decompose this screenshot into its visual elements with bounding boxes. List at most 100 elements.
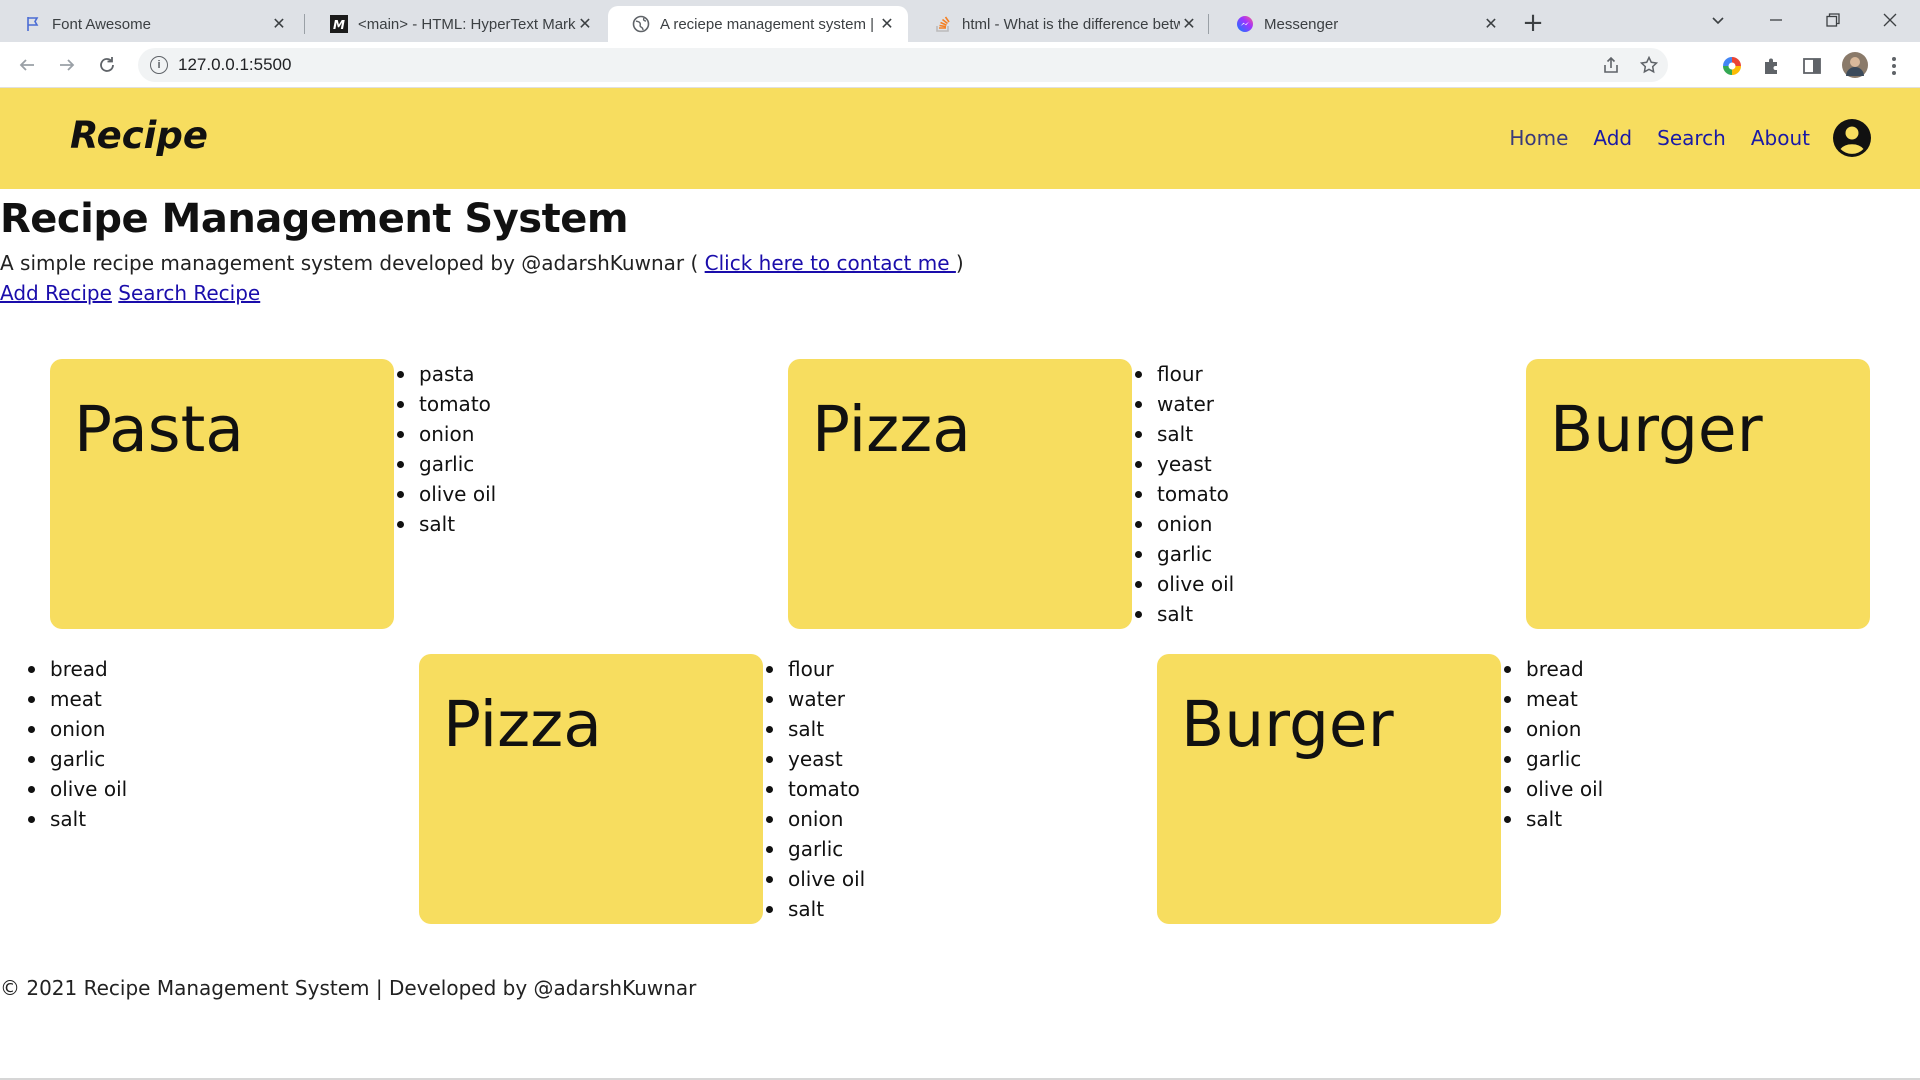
close-window-icon[interactable]: [1862, 0, 1918, 40]
ingredient-item: olive oil: [764, 864, 865, 894]
messenger-icon: [1236, 15, 1254, 33]
restore-icon[interactable]: [1805, 0, 1861, 40]
recipe-card[interactable]: Burger: [1157, 654, 1501, 924]
share-icon[interactable]: [1600, 54, 1622, 76]
browser-tab-active[interactable]: A reciepe management system | Developed …: [608, 6, 908, 42]
ingredient-item: yeast: [764, 744, 865, 774]
search-recipe-link[interactable]: Search Recipe: [118, 281, 260, 305]
action-links: Add Recipe Search Recipe: [0, 281, 260, 305]
ingredient-item: salt: [395, 509, 496, 539]
recipe-card[interactable]: Pizza: [788, 359, 1132, 629]
close-icon[interactable]: ✕: [878, 15, 896, 33]
description-suffix: ): [955, 251, 964, 275]
ingredient-item: salt: [1133, 599, 1234, 629]
ingredient-item: salt: [26, 804, 127, 834]
nav-link-about[interactable]: About: [1751, 126, 1810, 150]
ingredient-item: flour: [764, 654, 865, 684]
add-recipe-link[interactable]: Add Recipe: [0, 281, 112, 305]
tab-separator: [304, 14, 305, 34]
recipe-name: Pizza: [443, 688, 602, 761]
forward-icon[interactable]: [52, 50, 82, 80]
site-nav: Home Add Search About: [1509, 126, 1810, 150]
ingredient-list: bread meat onion garlic olive oil salt: [26, 654, 127, 834]
recipe-name: Pasta: [74, 393, 244, 466]
ingredient-item: onion: [1502, 714, 1603, 744]
url-text[interactable]: 127.0.0.1:5500: [178, 55, 291, 75]
recipe-name: Pizza: [812, 393, 971, 466]
color-picker-extension-icon[interactable]: [1720, 54, 1744, 78]
ingredient-item: onion: [26, 714, 127, 744]
nav-link-search[interactable]: Search: [1657, 126, 1726, 150]
tab-title: A reciepe management system | Developed …: [660, 15, 878, 33]
extensions-puzzle-icon[interactable]: [1760, 54, 1784, 78]
ingredient-item: bread: [1502, 654, 1603, 684]
reload-icon[interactable]: [92, 50, 122, 80]
nav-link-add[interactable]: Add: [1593, 126, 1632, 150]
minimize-icon[interactable]: [1748, 0, 1804, 40]
site-header: Recipe Home Add Search About: [0, 88, 1920, 189]
web-page: Recipe Home Add Search About Recipe Mana…: [0, 88, 1920, 1080]
ingredient-list: bread meat onion garlic olive oil salt: [1502, 654, 1603, 834]
ingredient-item: bread: [26, 654, 127, 684]
menu-kebab-icon[interactable]: [1882, 54, 1906, 78]
ingredient-item: salt: [1133, 419, 1234, 449]
browser-toolbar: i 127.0.0.1:5500: [0, 42, 1920, 88]
site-footer: © 2021 Recipe Management System | Develo…: [0, 976, 697, 1000]
contact-link[interactable]: Click here to contact me: [705, 251, 956, 275]
bookmark-star-icon[interactable]: [1638, 54, 1660, 76]
ingredient-item: olive oil: [395, 479, 496, 509]
tab-search-icon[interactable]: [1690, 0, 1746, 40]
ingredient-item: meat: [1502, 684, 1603, 714]
page-description: A simple recipe management system develo…: [0, 251, 964, 275]
tab-title: <main> - HTML: HyperText Markup Language: [358, 15, 576, 33]
ingredient-list: flour water salt yeast tomato onion garl…: [1133, 359, 1234, 629]
browser-tab[interactable]: M <main> - HTML: HyperText Markup Langua…: [306, 6, 606, 42]
description-text: A simple recipe management system develo…: [0, 251, 705, 275]
tab-separator: [1208, 14, 1209, 34]
ingredient-item: tomato: [764, 774, 865, 804]
ingredient-item: garlic: [26, 744, 127, 774]
nav-link-home[interactable]: Home: [1509, 126, 1568, 150]
recipe-card[interactable]: Burger: [1526, 359, 1870, 629]
side-panel-icon[interactable]: [1800, 54, 1824, 78]
ingredient-item: yeast: [1133, 449, 1234, 479]
address-bar[interactable]: i 127.0.0.1:5500: [138, 48, 1668, 82]
browser-tab[interactable]: Messenger ✕: [1212, 6, 1512, 42]
back-icon[interactable]: [12, 50, 42, 80]
recipe-name: Burger: [1181, 688, 1394, 761]
browser-tab-bar: Font Awesome ✕ M <main> - HTML: HyperTex…: [0, 0, 1920, 42]
page-title: Recipe Management System: [0, 196, 629, 242]
ingredient-item: garlic: [1133, 539, 1234, 569]
recipe-card[interactable]: Pasta: [50, 359, 394, 629]
recipe-card[interactable]: Pizza: [419, 654, 763, 924]
info-icon[interactable]: i: [150, 56, 168, 74]
ingredient-item: water: [1133, 389, 1234, 419]
site-brand[interactable]: Recipe: [70, 114, 208, 157]
close-icon[interactable]: ✕: [1180, 15, 1198, 33]
mdn-icon: M: [330, 15, 348, 33]
profile-avatar[interactable]: [1840, 50, 1870, 80]
stackoverflow-icon: [934, 15, 952, 33]
tab-title: Messenger: [1264, 15, 1339, 33]
ingredient-list: pasta tomato onion garlic olive oil salt: [395, 359, 496, 539]
ingredient-item: salt: [764, 894, 865, 924]
tab-title: Font Awesome: [52, 15, 151, 33]
ingredient-item: salt: [764, 714, 865, 744]
browser-tab[interactable]: html - What is the difference between ✕: [910, 6, 1210, 42]
browser-tab[interactable]: Font Awesome ✕: [0, 6, 300, 42]
ingredient-item: onion: [1133, 509, 1234, 539]
close-icon[interactable]: ✕: [576, 15, 594, 33]
ingredient-item: garlic: [395, 449, 496, 479]
ingredient-list: flour water salt yeast tomato onion garl…: [764, 654, 865, 924]
ingredient-item: tomato: [1133, 479, 1234, 509]
ingredient-item: olive oil: [1133, 569, 1234, 599]
tab-title: html - What is the difference between: [962, 15, 1180, 33]
ingredient-item: onion: [395, 419, 496, 449]
new-tab-button[interactable]: +: [1518, 8, 1548, 38]
close-icon[interactable]: ✕: [270, 15, 288, 33]
user-circle-icon[interactable]: [1832, 118, 1872, 158]
ingredient-item: olive oil: [26, 774, 127, 804]
ingredient-item: meat: [26, 684, 127, 714]
recipe-name: Burger: [1550, 393, 1763, 466]
close-icon[interactable]: ✕: [1482, 15, 1500, 33]
